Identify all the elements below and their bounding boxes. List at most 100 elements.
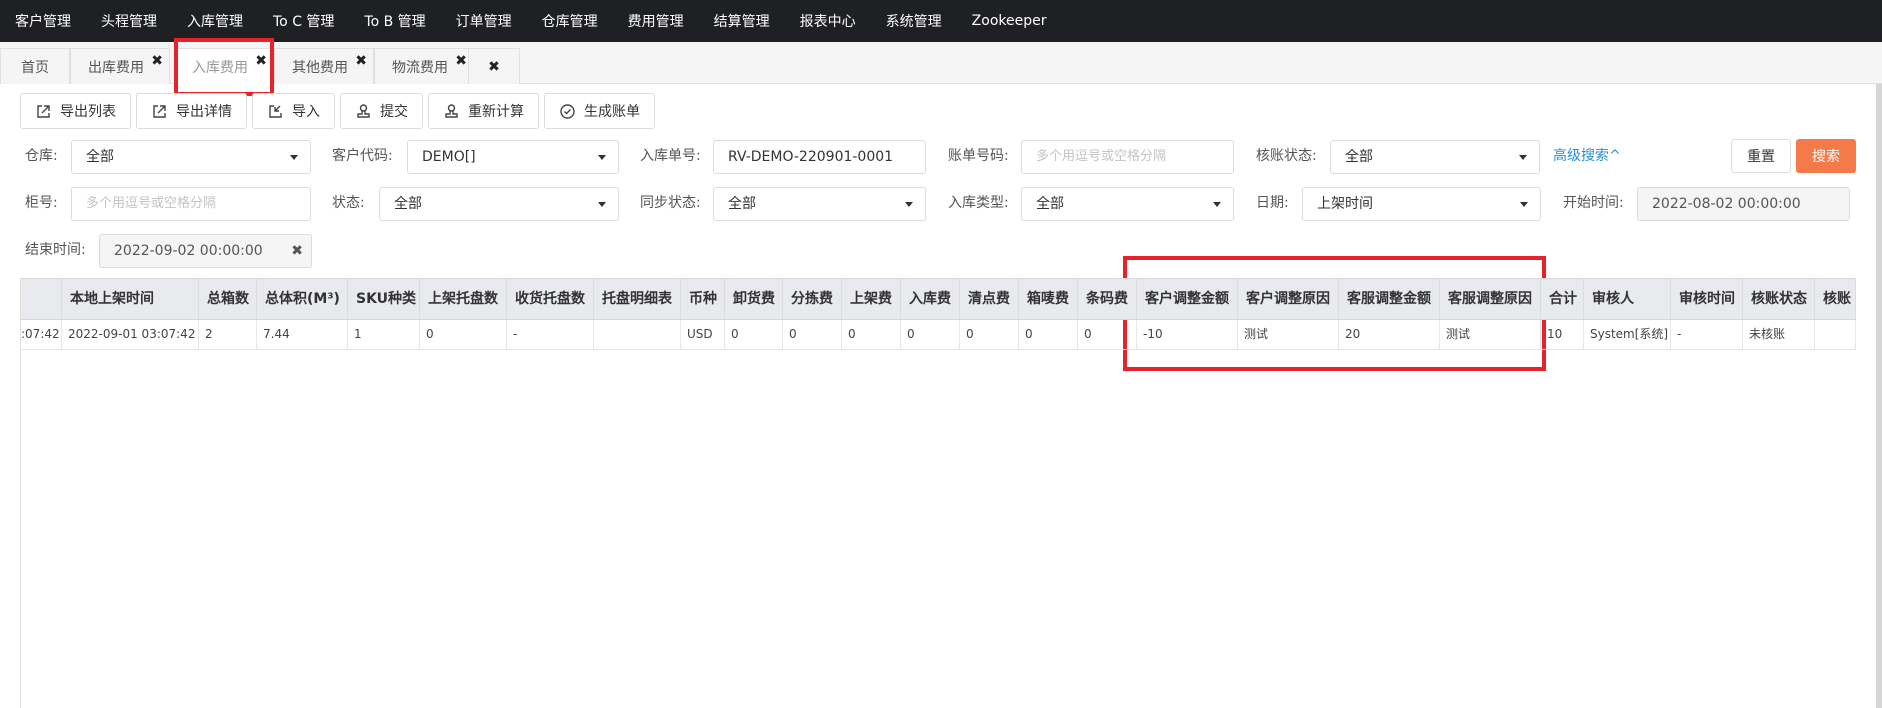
- inbound-type-select[interactable]: 全部: [1021, 187, 1234, 221]
- close-all-tabs-button[interactable]: ✖: [468, 48, 520, 84]
- nav-item[interactable]: 仓库管理: [542, 11, 598, 31]
- nav-item[interactable]: 头程管理: [101, 11, 157, 31]
- nav-item[interactable]: 订单管理: [456, 11, 512, 31]
- column-header[interactable]: 入库费: [901, 279, 960, 319]
- clear-icon[interactable]: ✖: [291, 235, 303, 267]
- column-header[interactable]: 上架费: [842, 279, 901, 319]
- search-button[interactable]: 搜索: [1796, 139, 1856, 173]
- nav-item[interactable]: Zookeeper: [972, 13, 1047, 29]
- vertical-scrollbar[interactable]: [1876, 84, 1882, 708]
- nav-item[interactable]: 结算管理: [714, 11, 770, 31]
- button-label: 导入: [292, 104, 320, 120]
- table-cell: -: [1671, 320, 1743, 349]
- sync-status-label: 同步状态:: [640, 195, 701, 211]
- start-time-input[interactable]: 2022-08-02 00:00:00: [1637, 187, 1850, 221]
- caret-down-icon: [1519, 155, 1527, 160]
- column-header[interactable]: 核账: [1815, 279, 1856, 319]
- close-icon: ✖: [488, 58, 500, 75]
- select-value: DEMO[]: [422, 149, 476, 165]
- tab-logistics-fees[interactable]: 物流费用 ✖: [374, 48, 474, 84]
- close-icon[interactable]: ✖: [151, 54, 163, 68]
- end-time-input[interactable]: 2022-09-02 00:00:00 ✖: [99, 234, 312, 268]
- nav-item[interactable]: To C 管理: [273, 11, 334, 31]
- generate-bill-button[interactable]: 生成账单: [544, 93, 655, 129]
- column-header[interactable]: 客服调整金额: [1339, 279, 1440, 319]
- select-value: 全部: [1345, 149, 1373, 165]
- column-header[interactable]: 客服调整原因: [1440, 279, 1541, 319]
- caret-down-icon: [905, 202, 913, 207]
- inbound-no-input[interactable]: RV-DEMO-220901-0001: [713, 140, 926, 174]
- close-icon[interactable]: ✖: [255, 54, 267, 68]
- column-header[interactable]: 分拣费: [783, 279, 842, 319]
- table-cell: 0: [842, 320, 901, 349]
- column-header[interactable]: 总体积(M³): [257, 279, 348, 319]
- customer-code-label: 客户代码:: [332, 148, 393, 164]
- submit-button[interactable]: 提交: [340, 93, 423, 129]
- stamp-icon: [445, 103, 458, 118]
- tab-outbound-fees[interactable]: 出库费用 ✖: [70, 48, 170, 84]
- top-nav: 客户管理 头程管理 入库管理 To C 管理 To B 管理 订单管理 仓库管理 费用管理 结算…: [0, 0, 1882, 42]
- export-list-button[interactable]: 导出列表: [20, 93, 131, 129]
- button-label: 重新计算: [468, 104, 524, 120]
- button-label: 导出列表: [60, 104, 116, 120]
- column-header[interactable]: 托盘明细表: [594, 279, 681, 319]
- end-time-label: 结束时间:: [25, 242, 86, 258]
- column-header[interactable]: 清点费: [960, 279, 1019, 319]
- column-header[interactable]: 上架托盘数: [420, 279, 507, 319]
- customer-code-select[interactable]: DEMO[]: [407, 140, 619, 174]
- nav-item[interactable]: 系统管理: [886, 11, 942, 31]
- table-row[interactable]: :07:42 2022-09-01 03:07:42 2 7.44 1 0- USD 0 0 0 0…: [21, 320, 1856, 350]
- tab-other-fees[interactable]: 其他费用 ✖: [274, 48, 374, 84]
- warehouse-select[interactable]: 全部: [71, 140, 311, 174]
- table-cell: -: [507, 320, 594, 349]
- column-header[interactable]: 币种: [681, 279, 725, 319]
- button-label: 提交: [380, 104, 408, 120]
- date-type-select[interactable]: 上架时间: [1302, 187, 1541, 221]
- caret-down-icon: [1213, 202, 1221, 207]
- recalculate-button[interactable]: 重新计算: [428, 93, 539, 129]
- bill-no-input[interactable]: 多个用逗号或空格分隔: [1021, 140, 1234, 174]
- toolbar: 导出列表 导出详情 导入 提交 重新计算 生成账单: [20, 93, 660, 129]
- nav-item[interactable]: 客户管理: [15, 11, 71, 31]
- column-header[interactable]: 收货托盘数: [507, 279, 594, 319]
- column-header[interactable]: 条码费: [1078, 279, 1137, 319]
- export-icon: [153, 104, 166, 118]
- nav-item[interactable]: 入库管理: [187, 11, 243, 31]
- tab-label: 入库费用: [192, 60, 248, 76]
- container-no-input[interactable]: 多个用逗号或空格分隔: [71, 187, 311, 221]
- reconcile-status-select[interactable]: 全部: [1330, 140, 1540, 174]
- table-cell: 未核账: [1743, 320, 1815, 349]
- column-header[interactable]: 本地上架时间: [62, 279, 199, 319]
- column-header[interactable]: 总箱数: [199, 279, 257, 319]
- close-icon[interactable]: ✖: [455, 54, 467, 68]
- tab-inbound-fees[interactable]: 入库费用 ✖: [174, 48, 274, 85]
- column-header[interactable]: 合计: [1541, 279, 1584, 319]
- close-icon[interactable]: ✖: [355, 54, 367, 68]
- column-header[interactable]: 核账状态: [1743, 279, 1815, 319]
- sync-status-select[interactable]: 全部: [713, 187, 926, 221]
- reset-button[interactable]: 重置: [1731, 139, 1791, 173]
- table-cell: :07:42: [21, 320, 62, 349]
- column-header[interactable]: 客户调整原因: [1238, 279, 1339, 319]
- nav-item[interactable]: To B 管理: [364, 11, 425, 31]
- button-label: 导出详情: [176, 104, 232, 120]
- export-icon: [37, 104, 50, 118]
- advanced-search-link[interactable]: 高级搜索^: [1553, 139, 1621, 173]
- column-header[interactable]: 卸货费: [725, 279, 783, 319]
- table-cell: 测试: [1238, 320, 1339, 349]
- column-header[interactable]: SKU种类: [348, 279, 420, 319]
- table-cell: 0: [960, 320, 1019, 349]
- nav-item[interactable]: 费用管理: [628, 11, 684, 31]
- status-select[interactable]: 全部: [379, 187, 619, 221]
- column-header[interactable]: 审核人: [1584, 279, 1671, 319]
- nav-item[interactable]: 报表中心: [800, 11, 856, 31]
- import-button[interactable]: 导入: [252, 93, 335, 129]
- column-header[interactable]: 客户调整金额: [1137, 279, 1238, 319]
- table-cell: 2022-09-01 03:07:42: [62, 320, 199, 349]
- export-detail-button[interactable]: 导出详情: [136, 93, 247, 129]
- tab-home[interactable]: 首页: [0, 48, 70, 84]
- column-header[interactable]: 箱唛费: [1019, 279, 1078, 319]
- column-header[interactable]: [21, 279, 62, 319]
- column-header[interactable]: 审核时间: [1671, 279, 1743, 319]
- table-cell: 0: [901, 320, 960, 349]
